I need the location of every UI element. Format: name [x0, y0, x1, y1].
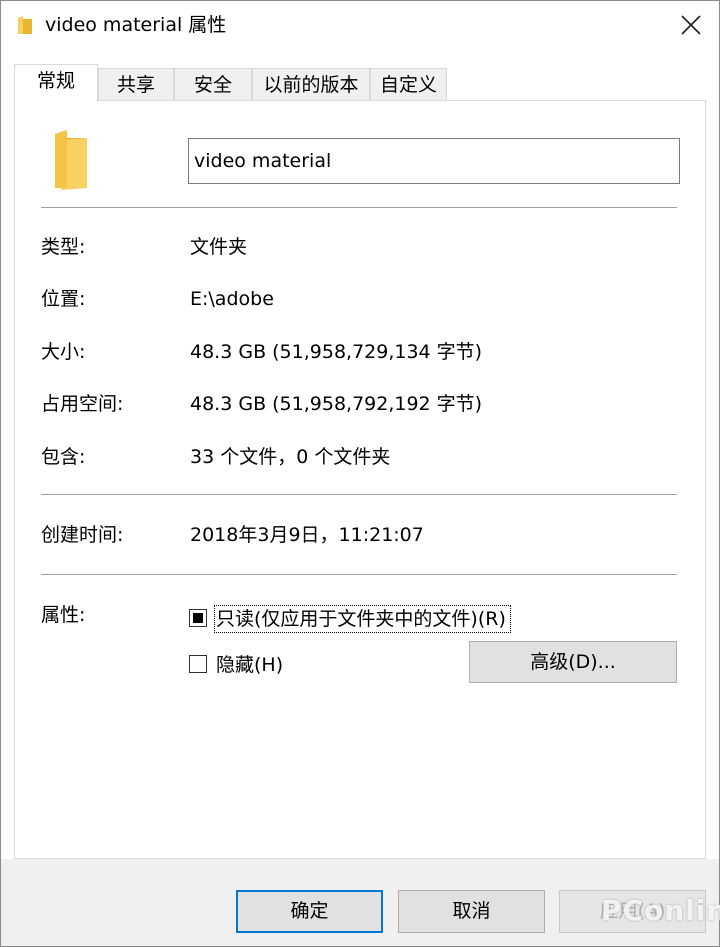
- tab-security[interactable]: 安全: [174, 68, 252, 101]
- folder-icon: [17, 15, 33, 35]
- watermark: PConline: [601, 894, 720, 927]
- separator: [41, 207, 677, 208]
- size-label: 大小:: [41, 341, 86, 363]
- location-value: E:\adobe: [190, 288, 274, 310]
- attributes-label: 属性:: [41, 604, 86, 626]
- created-value: 2018年3月9日，11:21:07: [190, 524, 424, 546]
- ok-button[interactable]: 确定: [236, 890, 383, 933]
- properties-dialog: video material 属性 常规 共享 安全 以前的版本 自定义 类型:…: [0, 0, 720, 947]
- cancel-button[interactable]: 取消: [398, 890, 545, 933]
- folder-large-icon: [53, 128, 89, 192]
- tab-sharing[interactable]: 共享: [98, 68, 174, 101]
- general-tab-panel: [14, 100, 706, 859]
- created-label: 创建时间:: [41, 524, 124, 546]
- hidden-label[interactable]: 隐藏(H): [216, 653, 283, 677]
- type-value: 文件夹: [190, 236, 248, 258]
- size-value: 48.3 GB (51,958,729,134 字节): [190, 341, 483, 363]
- contains-value: 33 个文件，0 个文件夹: [190, 446, 391, 468]
- location-label: 位置:: [41, 288, 86, 310]
- tab-previous-versions[interactable]: 以前的版本: [252, 68, 370, 101]
- size-on-disk-value: 48.3 GB (51,958,792,192 字节): [190, 393, 483, 415]
- contains-label: 包含:: [41, 446, 86, 468]
- separator: [41, 494, 677, 495]
- tab-strip: 常规 共享 安全 以前的版本 自定义: [14, 64, 706, 102]
- close-icon: [681, 15, 701, 35]
- tab-general[interactable]: 常规: [14, 64, 98, 102]
- readonly-checkbox[interactable]: [189, 609, 207, 627]
- size-on-disk-label: 占用空间:: [41, 393, 124, 415]
- folder-name-input[interactable]: [188, 138, 680, 184]
- separator: [41, 574, 677, 575]
- indeterminate-mark: [193, 613, 203, 623]
- advanced-button[interactable]: 高级(D)...: [469, 641, 677, 683]
- readonly-label[interactable]: 只读(仅应用于文件夹中的文件)(R): [216, 607, 506, 631]
- tab-customize[interactable]: 自定义: [370, 68, 447, 101]
- title-bar: video material 属性: [1, 1, 719, 49]
- hidden-checkbox[interactable]: [189, 655, 207, 673]
- window-title: video material 属性: [45, 14, 227, 36]
- type-label: 类型:: [41, 236, 86, 258]
- close-button[interactable]: [663, 1, 719, 49]
